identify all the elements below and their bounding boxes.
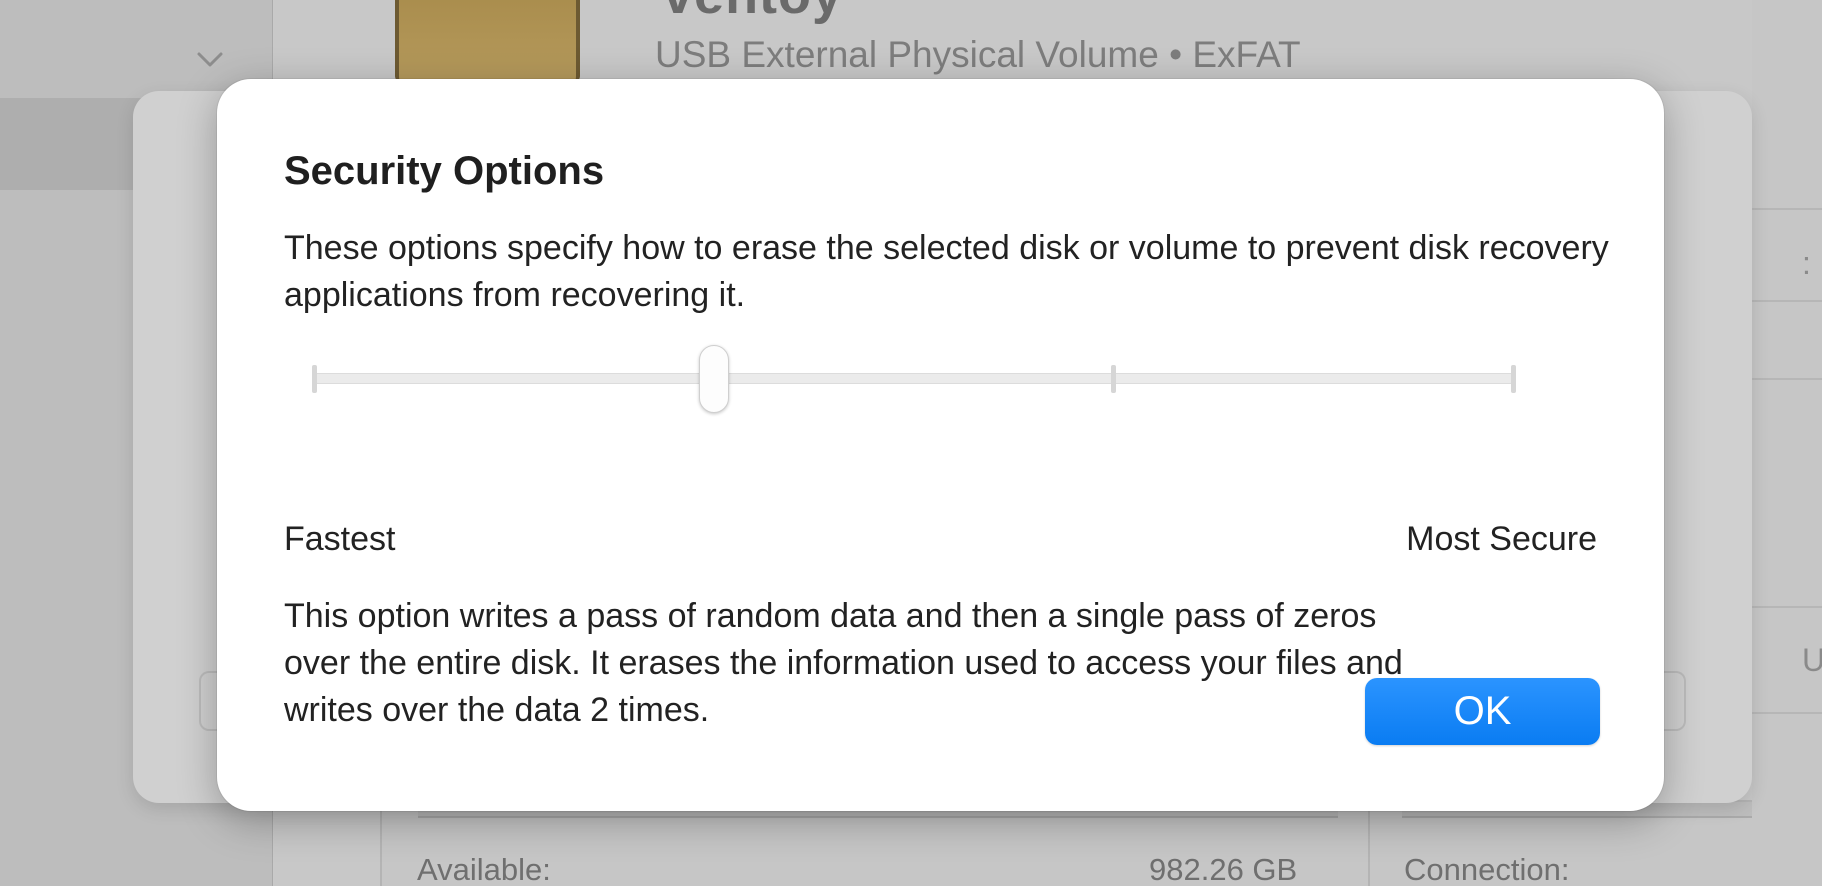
available-label: Available:: [417, 852, 551, 886]
disk-icon: [395, 0, 580, 82]
info-panel: Available: 982.26 GB Connection:: [380, 800, 1822, 886]
available-value: 982.26 GB: [1149, 852, 1298, 886]
disk-subtitle: USB External Physical Volume • ExFAT: [655, 34, 1301, 75]
dialog-description: These options specify how to erase the s…: [284, 229, 1609, 314]
slider-thumb[interactable]: [699, 345, 730, 413]
dialog-title: Security Options: [284, 149, 605, 193]
slider-tick: [1111, 365, 1117, 393]
slider-tick: [1511, 365, 1516, 393]
option-explanation: This option writes a pass of random data…: [284, 597, 1403, 729]
row-divider: [1752, 606, 1822, 608]
security-options-dialog: Security Options These options specify h…: [217, 79, 1664, 811]
chevron-down-icon[interactable]: [196, 48, 224, 72]
slider-max-label: Most Secure: [1406, 520, 1597, 558]
row-divider: [1752, 378, 1822, 380]
info-divider: [1368, 802, 1370, 886]
security-level-slider[interactable]: [312, 345, 1516, 413]
connection-label: Connection:: [1404, 852, 1570, 886]
row-divider: [1752, 300, 1822, 302]
right-column: : U: [1752, 0, 1822, 886]
row-divider: [1752, 208, 1822, 210]
row-divider: [1752, 712, 1822, 714]
slider-tick: [312, 365, 317, 393]
disk-title: ventoy: [663, 0, 843, 26]
slider-min-label: Fastest: [284, 520, 396, 558]
partial-text: :: [1802, 245, 1811, 281]
slider-track[interactable]: [312, 373, 1516, 384]
ok-button[interactable]: OK: [1365, 678, 1600, 745]
partial-text: U: [1802, 642, 1822, 678]
